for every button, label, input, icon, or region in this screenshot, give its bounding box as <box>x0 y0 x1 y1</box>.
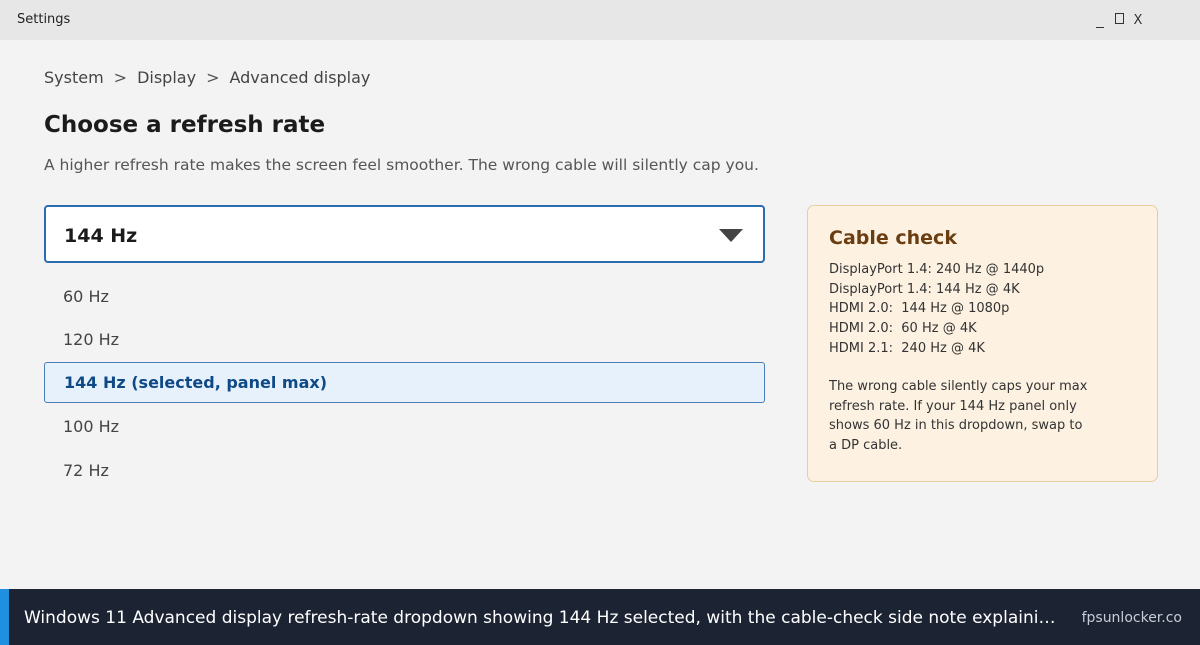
title-bar: Settings X <box>0 0 1200 40</box>
cable-spec-item: HDMI 2.0: 144 Hz @ 1080p <box>829 301 1010 317</box>
dropdown-selected-value: 144 Hz <box>64 225 138 247</box>
breadcrumb-item-advanced-display: Advanced display <box>229 68 371 87</box>
option-label: 144 Hz (selected, panel max) <box>64 373 327 392</box>
caption-site-label: fpsunlocker.co <box>1081 610 1182 626</box>
caption-accent-stripe <box>0 589 9 645</box>
refresh-rate-dropdown[interactable]: 144 Hz <box>44 205 765 263</box>
dropdown-option-120hz[interactable]: 120 Hz <box>44 319 765 360</box>
option-label: 100 Hz <box>63 417 120 436</box>
cable-spec-item: DisplayPort 1.4: 240 Hz @ 1440p <box>829 262 1045 277</box>
maximize-button[interactable] <box>1114 13 1124 29</box>
chevron-down-icon[interactable] <box>719 229 743 242</box>
window-controls: X <box>1095 13 1143 29</box>
dropdown-option-100hz[interactable]: 100 Hz <box>44 406 765 447</box>
cable-spec-list: DisplayPort 1.4: 240 Hz @ 1440p DisplayP… <box>829 260 1044 359</box>
breadcrumb-separator: > <box>206 68 220 87</box>
cable-check-note: The wrong cable silently caps your max r… <box>829 379 1088 454</box>
page-title: Choose a refresh rate <box>44 112 326 138</box>
page-subtitle: A higher refresh rate makes the screen f… <box>44 156 759 174</box>
dropdown-option-72hz[interactable]: 72 Hz <box>44 450 765 491</box>
dropdown-option-60hz[interactable]: 60 Hz <box>44 276 765 317</box>
breadcrumb: System > Display > Advanced display <box>44 68 370 87</box>
option-label: 120 Hz <box>63 330 120 349</box>
caption-text: Windows 11 Advanced display refresh-rate… <box>24 608 1060 628</box>
cable-spec-item: HDMI 2.1: 240 Hz @ 4K <box>829 340 985 356</box>
breadcrumb-item-system[interactable]: System <box>44 68 104 87</box>
cable-check-title: Cable check <box>829 227 957 249</box>
cable-spec-item: HDMI 2.0: 60 Hz @ 4K <box>829 321 977 337</box>
breadcrumb-item-display[interactable]: Display <box>137 68 196 87</box>
minimize-button[interactable] <box>1095 13 1105 29</box>
close-button[interactable]: X <box>1133 13 1143 29</box>
option-label: 72 Hz <box>63 461 109 480</box>
option-label: 60 Hz <box>63 287 109 306</box>
cable-check-card: Cable check DisplayPort 1.4: 240 Hz @ 14… <box>807 205 1158 482</box>
caption-bar: Windows 11 Advanced display refresh-rate… <box>0 589 1200 645</box>
breadcrumb-separator: > <box>113 68 128 87</box>
window-title: Settings <box>17 12 71 27</box>
cable-spec-item: DisplayPort 1.4: 144 Hz @ 4K <box>829 281 1020 297</box>
dropdown-option-144hz[interactable]: 144 Hz (selected, panel max) <box>44 362 765 403</box>
